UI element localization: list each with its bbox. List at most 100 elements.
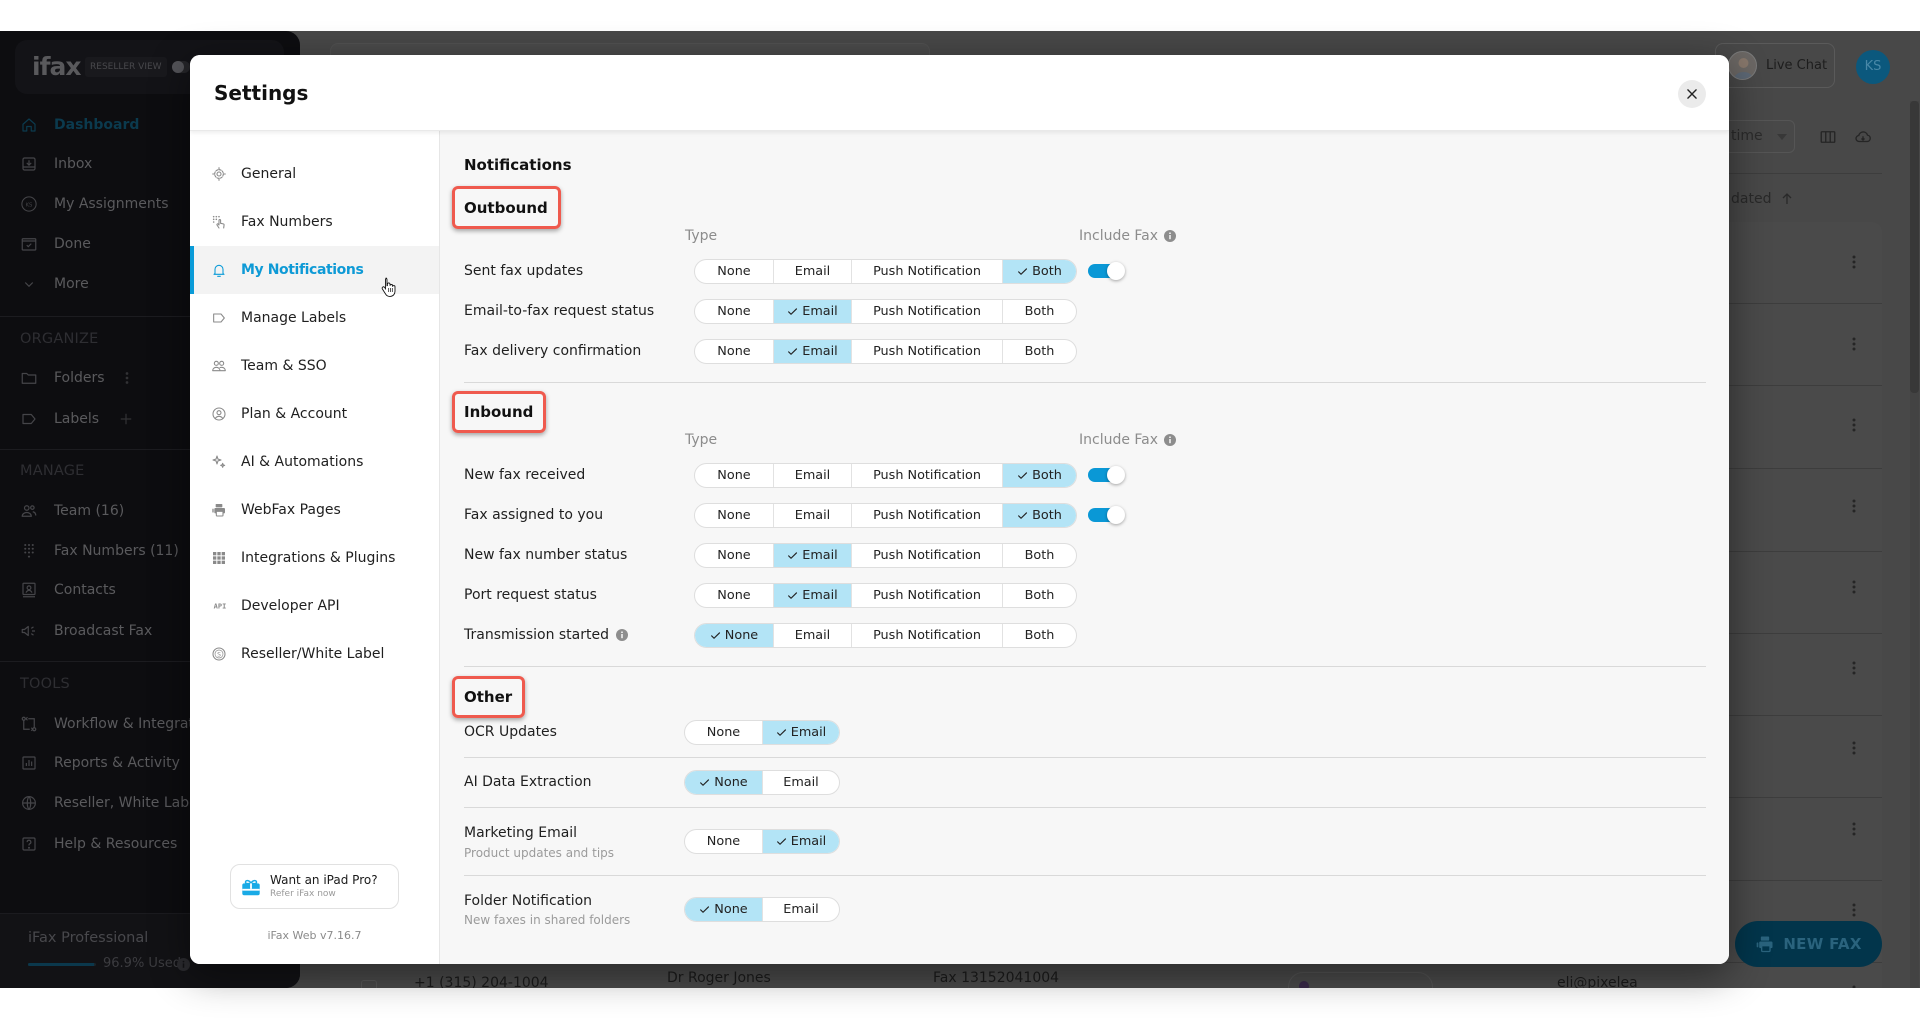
team-icon (211, 358, 227, 374)
option-none[interactable]: None (685, 830, 762, 853)
section-divider (464, 382, 1706, 383)
settings-nav-ai-automations[interactable]: AI & Automations (190, 438, 439, 486)
option-email[interactable]: Email (773, 299, 851, 323)
option-both[interactable]: Both (1002, 259, 1076, 283)
option-label: Email (790, 833, 827, 849)
gear-icon (211, 166, 227, 182)
settings-nav-developer-api[interactable]: API Developer API (190, 582, 439, 630)
option-both[interactable]: Both (1002, 299, 1076, 323)
option-email[interactable]: Email (773, 339, 851, 363)
option-none[interactable]: None (695, 544, 773, 567)
option-email[interactable]: Email (762, 770, 839, 794)
marketing-email-description: Product updates and tips (464, 846, 615, 860)
check-icon (1017, 510, 1028, 521)
email-to-fax-request-status-label: Email-to-fax request status (464, 301, 654, 321)
option-push-notification[interactable]: Push Notification (851, 463, 1002, 487)
option-label: Both (1024, 587, 1055, 603)
option-none[interactable]: None (685, 770, 762, 794)
ocr-updates-label: OCR Updates (464, 722, 557, 742)
option-none[interactable]: None (695, 464, 773, 487)
option-both[interactable]: Both (1002, 583, 1076, 607)
settings-nav-webfax-pages[interactable]: WebFax Pages (190, 486, 439, 534)
option-none[interactable]: None (685, 721, 762, 744)
option-none[interactable]: None (695, 584, 773, 607)
info-icon[interactable] (1164, 434, 1177, 446)
type-column-header: Type (685, 431, 717, 449)
close-button[interactable] (1678, 80, 1706, 108)
option-email[interactable]: Email (773, 583, 851, 607)
sent-fax-updates-include-fax-toggle[interactable] (1088, 262, 1125, 280)
toggle-knob (1107, 262, 1125, 280)
settings-nav-my-notifications[interactable]: My Notifications (190, 246, 439, 294)
fax-delivery-confirmation-type-selector: None Email Push Notification Both (694, 338, 1077, 364)
option-none[interactable]: None (695, 260, 773, 283)
option-label: Both (1024, 303, 1055, 319)
option-email[interactable]: Email (773, 503, 851, 527)
option-label: None (717, 547, 751, 563)
option-none[interactable]: None (695, 340, 773, 363)
settings-nav-label: Developer API (241, 598, 340, 614)
email-to-fax-request-status-type-selector: None Email Push Notification Both (694, 298, 1077, 324)
new-fax-received-include-fax-toggle[interactable] (1088, 466, 1125, 484)
option-none[interactable]: None (695, 504, 773, 527)
page-title: Notifications (464, 156, 572, 174)
option-both[interactable]: Both (1002, 543, 1076, 567)
settings-nav-integrations-plugins[interactable]: Integrations & Plugins (190, 534, 439, 582)
option-none[interactable]: None (695, 623, 773, 647)
check-icon (699, 904, 710, 915)
option-both[interactable]: Both (1002, 623, 1076, 647)
settings-nav-manage-labels[interactable]: Manage Labels (190, 294, 439, 342)
svg-text:API: API (214, 603, 227, 611)
option-email[interactable]: Email (773, 463, 851, 487)
option-both[interactable]: Both (1002, 503, 1076, 527)
settings-nav-team-sso[interactable]: Team & SSO (190, 342, 439, 390)
ocr-updates-type-selector: None Email (684, 719, 840, 745)
option-label: Push Notification (873, 587, 981, 603)
option-label: Both (1032, 263, 1062, 279)
option-push-notification[interactable]: Push Notification (851, 623, 1002, 647)
option-label: None (717, 587, 751, 603)
option-email[interactable]: Email (773, 623, 851, 647)
settings-nav-label: Integrations & Plugins (241, 550, 396, 566)
option-push-notification[interactable]: Push Notification (851, 339, 1002, 363)
option-email[interactable]: Email (773, 259, 851, 283)
option-push-notification[interactable]: Push Notification (851, 543, 1002, 567)
option-label: Email (783, 774, 819, 790)
notifications-settings-pane: Notifications Outbound Type Include Fax Sen… (440, 131, 1729, 964)
option-email[interactable]: Email (762, 829, 839, 853)
option-label: None (717, 343, 751, 359)
setting-label: New fax received (464, 467, 586, 483)
option-both[interactable]: Both (1002, 463, 1076, 487)
option-label: None (717, 507, 751, 523)
option-push-notification[interactable]: Push Notification (851, 503, 1002, 527)
folder-notification-label: Folder Notification (464, 891, 592, 911)
option-none[interactable]: None (685, 897, 762, 921)
info-icon[interactable] (1164, 230, 1177, 242)
settings-nav-label: Plan & Account (241, 406, 348, 422)
info-icon[interactable] (616, 629, 628, 641)
settings-nav-fax-numbers[interactable]: Fax Numbers (190, 198, 439, 246)
settings-nav-label: My Notifications (241, 262, 364, 278)
referral-promo-card[interactable]: Want an iPad Pro? Refer iFax now (230, 864, 399, 909)
option-email[interactable]: Email (773, 543, 851, 567)
fax-assigned-to-you-include-fax-toggle[interactable] (1088, 506, 1125, 524)
option-push-notification[interactable]: Push Notification (851, 259, 1002, 283)
check-icon (1017, 266, 1028, 277)
option-label: None (717, 467, 751, 483)
api-icon: API (211, 598, 227, 614)
option-both[interactable]: Both (1002, 339, 1076, 363)
settings-nav-general[interactable]: General (190, 150, 439, 198)
section-divider (464, 875, 1706, 876)
option-push-notification[interactable]: Push Notification (851, 299, 1002, 323)
option-email[interactable]: Email (762, 720, 839, 744)
settings-nav-label: Team & SSO (241, 358, 327, 374)
option-none[interactable]: None (695, 300, 773, 323)
section-other-heading: Other (452, 676, 526, 718)
settings-nav-reseller-white-label[interactable]: S Reseller/White Label (190, 630, 439, 678)
option-label: Push Notification (873, 263, 981, 279)
settings-nav-plan-account[interactable]: Plan & Account (190, 390, 439, 438)
option-email[interactable]: Email (762, 897, 839, 921)
section-title: Other (464, 688, 513, 706)
toggle-knob (1107, 506, 1125, 524)
option-push-notification[interactable]: Push Notification (851, 583, 1002, 607)
